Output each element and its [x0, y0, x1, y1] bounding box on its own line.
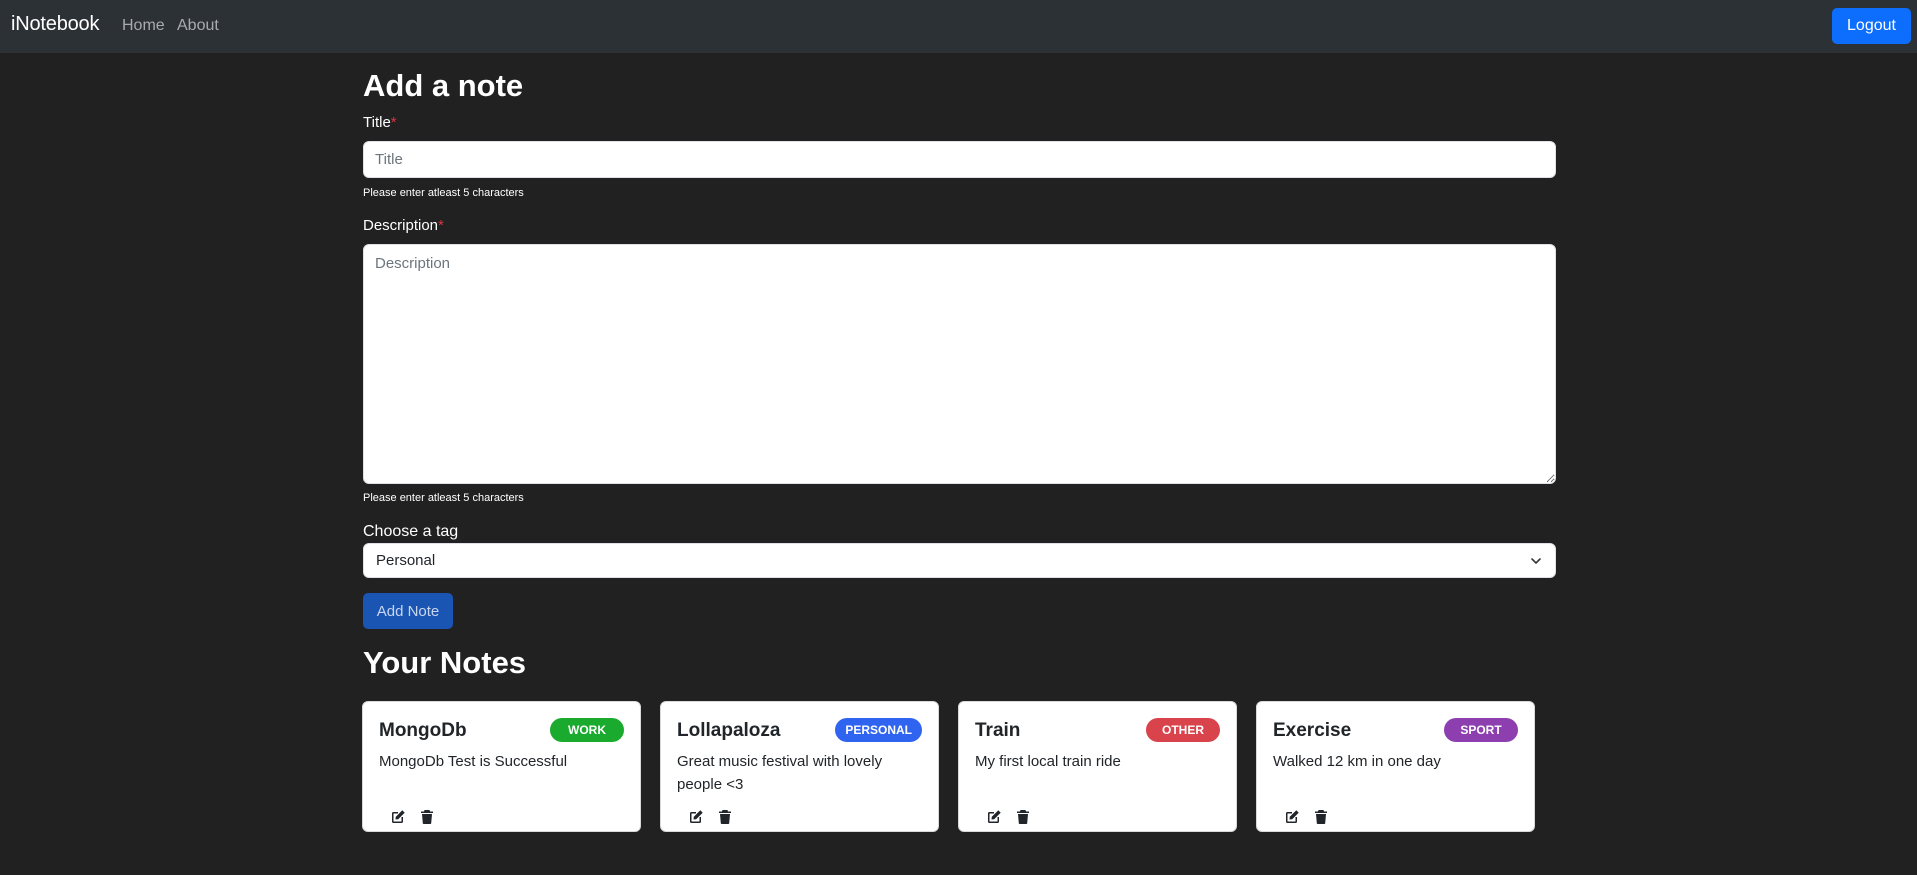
note-actions	[986, 809, 1031, 825]
note-tag-badge: PERSONAL	[835, 718, 922, 742]
note-title: MongoDb	[379, 720, 467, 741]
description-label: Description*	[363, 217, 444, 234]
trash-icon[interactable]	[419, 809, 435, 825]
note-description: Great music festival with lovely people …	[677, 753, 883, 793]
note-actions	[688, 809, 733, 825]
title-label-text: Title	[363, 114, 391, 131]
note-actions	[1284, 809, 1329, 825]
nav-link-home[interactable]: Home	[122, 17, 165, 35]
edit-icon[interactable]	[390, 809, 406, 825]
description-label-text: Description	[363, 217, 439, 234]
edit-icon[interactable]	[986, 809, 1002, 825]
your-notes-heading: Your Notes	[363, 645, 527, 680]
add-note-button[interactable]: Add Note	[363, 593, 453, 629]
trash-icon[interactable]	[717, 809, 733, 825]
tag-select[interactable]: Personal	[363, 543, 1556, 578]
note-tag-badge: WORK	[550, 718, 624, 742]
logout-button[interactable]: Logout	[1832, 8, 1911, 44]
note-card: MongoDb WORK MongoDb Test is Successful	[362, 701, 641, 832]
chevron-down-icon	[1531, 558, 1541, 564]
note-card: Exercise SPORT Walked 12 km in one day	[1256, 701, 1535, 832]
note-tag-badge: SPORT	[1444, 718, 1518, 742]
required-mark: *	[438, 217, 444, 234]
note-description: Walked 12 km in one day	[1273, 753, 1441, 770]
note-title: Exercise	[1273, 720, 1352, 741]
note-card: Lollapaloza PERSONAL Great music festiva…	[660, 701, 939, 832]
trash-icon[interactable]	[1313, 809, 1329, 825]
title-label: Title*	[363, 114, 397, 131]
edit-icon[interactable]	[688, 809, 704, 825]
note-card: Train OTHER My first local train ride	[958, 701, 1237, 832]
title-input[interactable]	[363, 141, 1556, 178]
note-description: My first local train ride	[975, 753, 1121, 770]
add-note-heading: Add a note	[363, 68, 524, 103]
tag-label: Choose a tag	[363, 523, 459, 540]
description-hint: Please enter atleast 5 characters	[363, 492, 524, 504]
description-textarea[interactable]	[363, 244, 1556, 484]
note-tag-badge: OTHER	[1146, 718, 1220, 742]
note-actions	[390, 809, 435, 825]
navbar: iNotebook Home About Logout	[0, 0, 1917, 53]
tag-select-value: Personal	[376, 552, 436, 569]
nav-link-about[interactable]: About	[177, 17, 219, 35]
brand-logo[interactable]: iNotebook	[11, 13, 99, 36]
note-description: MongoDb Test is Successful	[379, 753, 568, 770]
title-hint: Please enter atleast 5 characters	[363, 187, 524, 199]
note-title: Train	[975, 720, 1021, 741]
note-title: Lollapaloza	[677, 720, 781, 741]
trash-icon[interactable]	[1015, 809, 1031, 825]
edit-icon[interactable]	[1284, 809, 1300, 825]
required-mark: *	[390, 114, 397, 131]
